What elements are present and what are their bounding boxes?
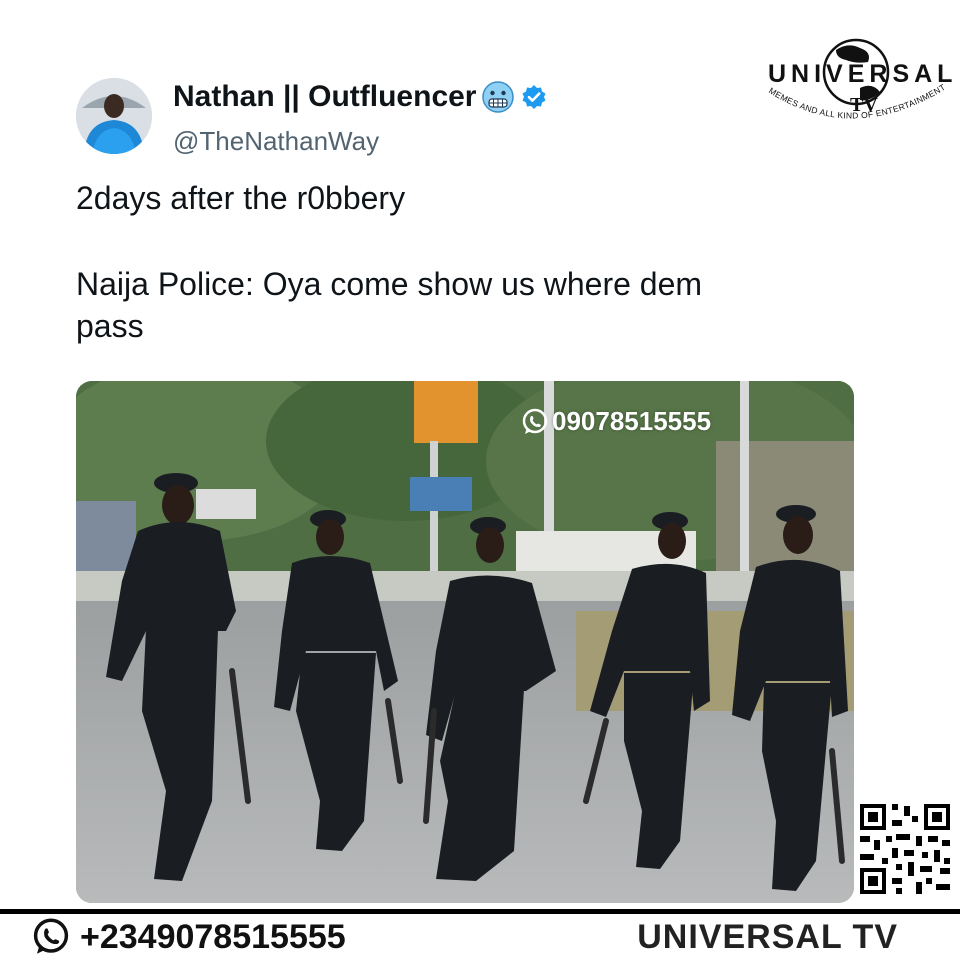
display-name[interactable]: Nathan || Outfluencer [173, 80, 477, 114]
svg-text:MEMES AND ALL KIND OF ENTERTAI: MEMES AND ALL KIND OF ENTERTAINMENT [767, 82, 947, 121]
avatar-image [76, 78, 152, 154]
whatsapp-icon [520, 407, 550, 437]
user-handle[interactable]: @TheNathanWay [173, 126, 379, 157]
universal-tv-logo: UNIVERSAL TV MEMES AND ALL KIND OF ENTER… [760, 28, 952, 138]
police-officers-photo [76, 381, 854, 903]
verified-badge-icon [521, 84, 547, 110]
qr-code-icon [856, 800, 954, 898]
logo-tagline-text: MEMES AND ALL KIND OF ENTERTAINMENT [767, 82, 947, 121]
whatsapp-icon [30, 916, 72, 958]
qr-code[interactable] [856, 800, 954, 898]
logo-tagline: MEMES AND ALL KIND OF ENTERTAINMENT [767, 82, 947, 121]
display-name-row[interactable]: Nathan || Outfluencer [173, 80, 547, 114]
cold-face-emoji-icon [481, 80, 515, 114]
footer-phone[interactable]: +2349078515555 [80, 918, 346, 957]
photo-watermark: 09078515555 [520, 406, 711, 437]
footer-brand: UNIVERSAL TV [637, 918, 898, 956]
tweet-text-line-1: 2days after the r0bbery [76, 180, 406, 216]
footer-phone-row[interactable]: +2349078515555 [30, 915, 346, 959]
avatar[interactable] [76, 78, 152, 154]
tweet-text-line-3: pass [76, 308, 144, 344]
watermark-phone: 09078515555 [552, 406, 712, 436]
tweet-photo[interactable] [76, 381, 854, 903]
tweet-text-line-2: Naija Police: Oya come show us where dem [76, 266, 703, 302]
footer-divider [0, 909, 960, 914]
